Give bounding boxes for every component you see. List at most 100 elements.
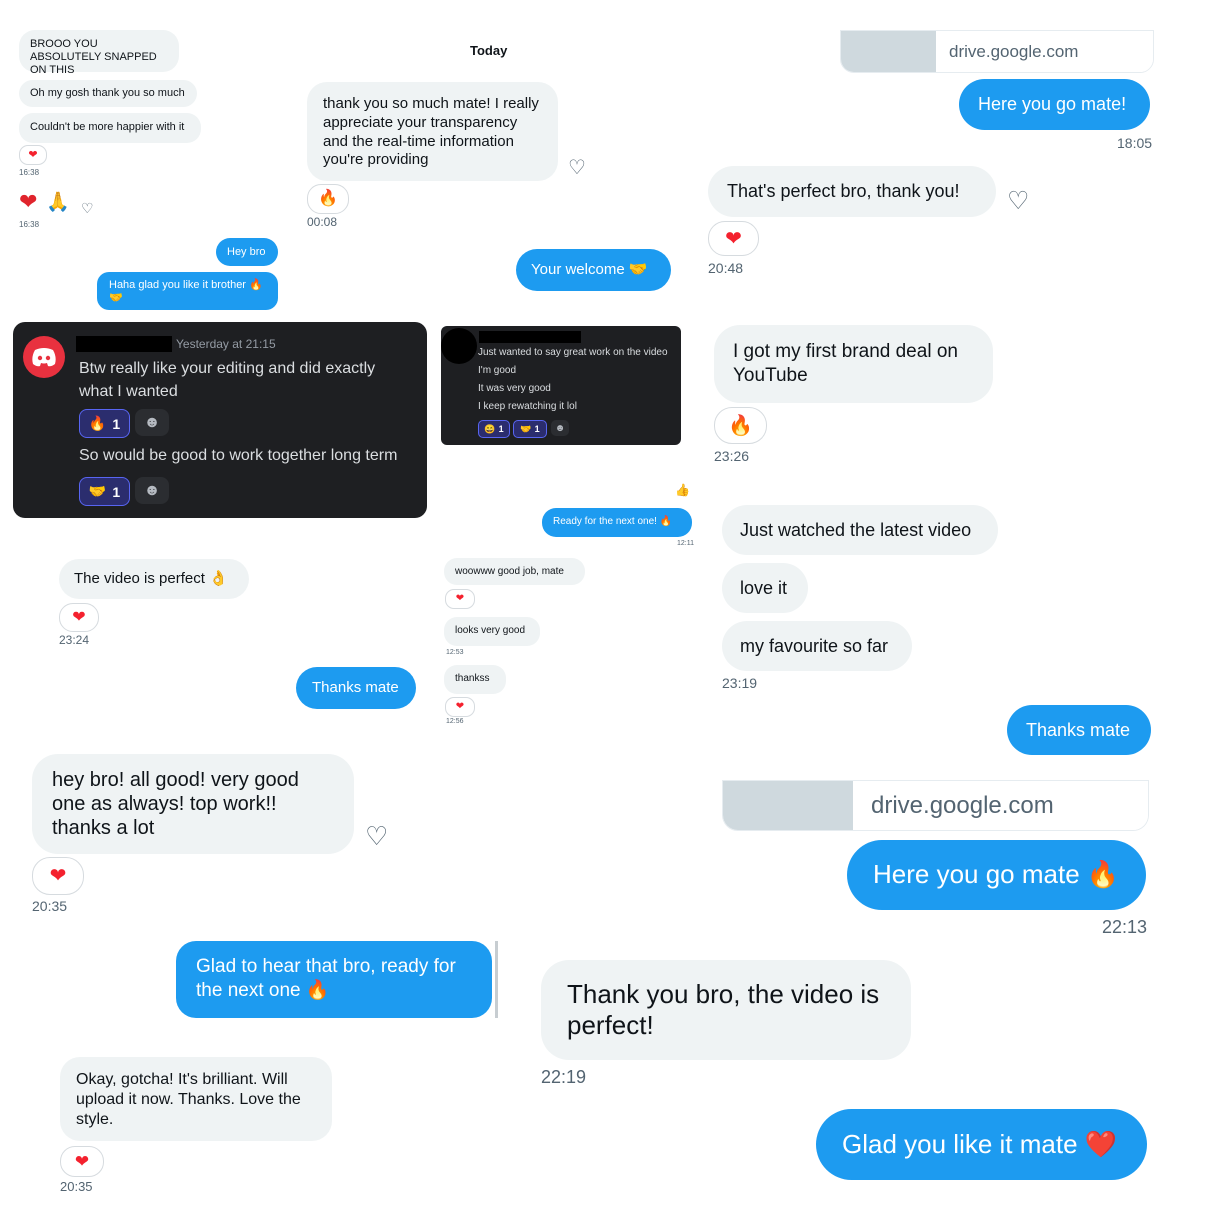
message-text: looks very good <box>455 625 526 636</box>
message-text: love it <box>740 578 788 598</box>
message-text: BROOO YOU ABSOLUTELY SNAPPED ON THIS <box>30 38 157 77</box>
message-text: Okay, gotcha! It's brilliant. Will uploa… <box>76 1071 301 1128</box>
add-reaction-button[interactable]: ☻ <box>551 420 569 436</box>
timestamp: 20:35 <box>32 898 68 914</box>
discord-logo-icon <box>23 336 65 378</box>
fire-reaction-chip[interactable]: 🔥 1 <box>79 409 130 438</box>
message-bubble: Thanks mate <box>296 667 416 709</box>
message-text: Thanks mate <box>1026 720 1131 740</box>
message-text: Glad you like it mate ❤️ <box>842 1129 1118 1159</box>
add-reaction-button[interactable]: ☻ <box>135 477 169 504</box>
message-text: Your welcome 🤝 <box>531 261 648 278</box>
handshake-icon: 🤝 <box>520 423 532 434</box>
message-bubble: Couldn't be more happier with it <box>19 113 201 143</box>
message-text: That's perfect bro, thank you! <box>727 181 960 201</box>
heart-reaction[interactable]: ❤ <box>708 221 759 256</box>
heart-icon: ❤ <box>19 189 38 214</box>
message-text: thank you so much mate! I really appreci… <box>323 95 539 169</box>
date-divider: Today <box>470 43 508 58</box>
handshake-icon: 🤝 <box>88 483 107 499</box>
heart-reaction[interactable]: ❤ <box>59 603 99 632</box>
message-text: I'm good <box>478 365 517 376</box>
message-text: my favourite so far <box>740 636 889 656</box>
message-bubble: Okay, gotcha! It's brilliant. Will uploa… <box>60 1057 332 1141</box>
message-bubble: Just watched the latest video <box>722 505 998 555</box>
message-bubble: Thanks mate <box>1007 705 1151 755</box>
handshake-reaction-chip[interactable]: 🤝 1 <box>513 420 547 438</box>
message-text: thankss <box>455 673 490 684</box>
emoji-reaction-chip[interactable]: 😄 1 <box>478 420 510 438</box>
message-text: Couldn't be more happier with it <box>30 121 185 133</box>
redacted-username <box>76 336 172 352</box>
message-text: I keep rewatching it lol <box>478 401 577 412</box>
message-text: Ready for the next one! 🔥 <box>553 516 673 527</box>
message-text: Hey bro <box>227 246 266 258</box>
timestamp: 23:19 <box>722 675 758 691</box>
timestamp: 12:56 <box>446 718 464 725</box>
message-bubble: BROOO YOU ABSOLUTELY SNAPPED ON THIS <box>19 30 179 76</box>
timestamp: 20:35 <box>60 1179 93 1194</box>
message-text: hey bro! all good! very good one as alwa… <box>52 769 299 839</box>
message-bubble: woowww good job, mate <box>444 558 585 585</box>
message-bubble: thank you so much mate! I really appreci… <box>307 82 558 181</box>
message-bubble: Your welcome 🤝 <box>516 249 671 291</box>
message-bubble: Thank you bro, the video is perfect! <box>541 960 911 1060</box>
message-text: Thank you bro, the video is perfect! <box>567 979 880 1040</box>
link-thumbnail <box>723 781 853 830</box>
heart-reaction[interactable]: ❤ <box>19 145 47 165</box>
message-bubble: Haha glad you like it brother 🔥 🤝 <box>97 272 278 310</box>
message-text: It was very good <box>478 383 551 394</box>
message-text: Glad to hear that bro, ready for the nex… <box>196 956 456 1001</box>
thumbs-up-icon: 👍 <box>675 483 690 497</box>
message-text: Thanks mate <box>312 679 399 696</box>
link-preview-card[interactable]: drive.google.com <box>722 780 1149 831</box>
message-text: woowww good job, mate <box>455 566 564 577</box>
avatar <box>441 328 477 364</box>
link-thumbnail <box>841 31 936 72</box>
message-text: I got my first brand deal on YouTube <box>733 341 958 386</box>
fire-reaction[interactable]: 🔥 <box>307 184 349 214</box>
message-text: So would be good to work together long t… <box>79 447 398 464</box>
message-bubble: looks very good <box>444 617 540 646</box>
message-bubble: my favourite so far <box>722 621 912 671</box>
message-bubble: Glad to hear that bro, ready for the nex… <box>176 941 492 1018</box>
scrollbar[interactable] <box>495 941 498 1018</box>
message-text: The video is perfect 👌 <box>74 570 228 587</box>
message-bubble: Glad you like it mate ❤️ <box>816 1109 1147 1180</box>
heart-reaction[interactable]: ❤ <box>445 697 475 717</box>
message-bubble: Here you go mate 🔥 <box>847 840 1146 910</box>
message-bubble: hey bro! all good! very good one as alwa… <box>32 754 354 854</box>
timestamp: 00:08 <box>307 215 338 229</box>
timestamp: 22:13 <box>1102 917 1148 937</box>
heart-reaction[interactable]: ❤ <box>445 589 475 609</box>
timestamp: 12:53 <box>446 649 464 656</box>
handshake-reaction-chip[interactable]: 🤝 1 <box>79 477 130 506</box>
message-timestamp: Yesterday at 21:15 <box>176 337 276 351</box>
heart-plus-icon[interactable]: ♡ <box>81 201 94 215</box>
heart-plus-icon[interactable]: ♡ <box>568 158 586 178</box>
message-text: Btw really like your editing and did exa… <box>79 360 376 400</box>
message-bubble: Oh my gosh thank you so much <box>19 80 197 107</box>
link-domain: drive.google.com <box>853 781 1148 830</box>
timestamp: 20:48 <box>708 260 744 276</box>
message-bubble: Hey bro <box>216 238 278 266</box>
timestamp: 22:19 <box>541 1067 587 1087</box>
message-bubble: I got my first brand deal on YouTube <box>714 325 993 403</box>
message-bubble: Ready for the next one! 🔥 <box>542 508 692 537</box>
heart-plus-icon[interactable]: ♡ <box>1007 189 1029 214</box>
message-text: Here you go mate! <box>978 94 1127 114</box>
timestamp: 12:11 <box>677 540 694 547</box>
message-text: Haha glad you like it brother 🔥 🤝 <box>109 279 263 305</box>
timestamp: 23:26 <box>714 448 750 464</box>
pray-icon: 🙏 <box>46 192 70 213</box>
link-domain: drive.google.com <box>936 31 1153 72</box>
add-reaction-button[interactable]: ☻ <box>135 409 169 436</box>
heart-reaction[interactable]: ❤ <box>60 1146 104 1177</box>
heart-reaction[interactable]: ❤ <box>32 857 84 895</box>
message-text: Oh my gosh thank you so much <box>30 87 185 99</box>
message-bubble: love it <box>722 563 808 613</box>
fire-reaction[interactable]: 🔥 <box>714 407 767 444</box>
link-preview-card[interactable]: drive.google.com <box>840 30 1154 73</box>
timestamp: 18:05 <box>1117 135 1153 151</box>
heart-plus-icon[interactable]: ♡ <box>365 823 388 849</box>
